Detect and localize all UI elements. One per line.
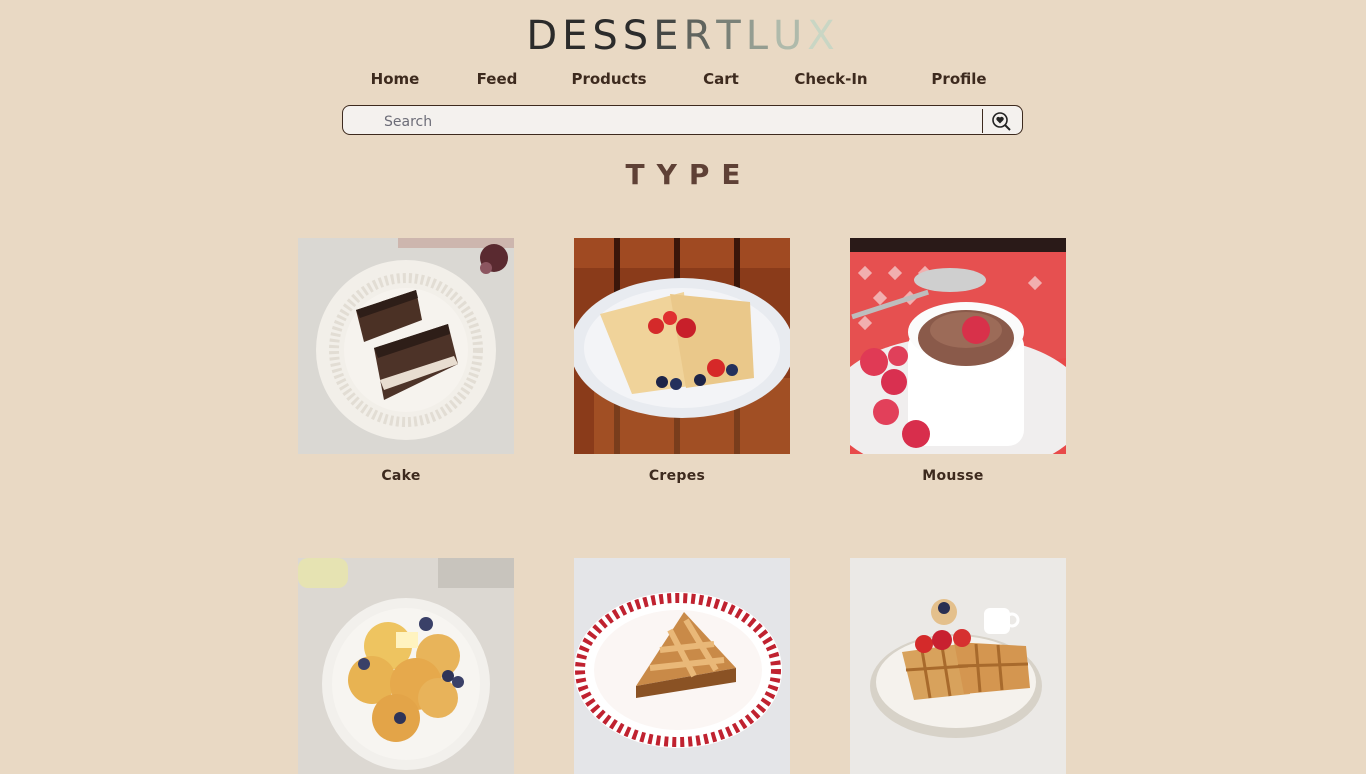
mousse-image[interactable] [850,238,1066,454]
nav-home[interactable]: Home [371,70,420,88]
nav-check-in[interactable]: Check-In [794,70,867,88]
nav-feed[interactable]: Feed [477,70,518,88]
logo-letter: S [622,13,654,59]
crepes-image[interactable] [574,238,790,454]
nav-profile[interactable]: Profile [931,70,986,88]
pie-image[interactable] [574,558,790,774]
logo-letter: T [716,13,746,59]
search-button[interactable] [988,109,1014,133]
category-card-waffles[interactable] [850,558,1066,774]
main-nav: Home Feed Products Cart Check-In Profile [0,70,1366,90]
pancakes-image[interactable] [298,558,514,774]
search-heart-icon [992,112,1011,131]
logo-letter: S [592,13,623,59]
category-label: Cake [381,468,421,484]
logo-letter: E [653,13,684,59]
category-card-mousse[interactable]: Mousse [850,238,1066,484]
cake-image[interactable] [298,238,514,454]
logo-letter: L [745,13,773,59]
nav-cart[interactable]: Cart [703,70,739,88]
search-bar [342,105,1023,135]
category-card-crepes[interactable]: Crepes [574,238,790,484]
logo-text: DESSERTLUX [526,14,839,58]
logo-letter: R [683,13,717,59]
logo-letter: U [773,13,808,59]
logo-letter: E [562,13,593,59]
waffles-image[interactable] [850,558,1066,774]
search-divider [982,109,983,133]
logo-letter: X [807,13,840,59]
nav-products[interactable]: Products [571,70,646,88]
category-card-pancakes[interactable] [298,558,514,774]
category-label: Mousse [922,468,984,484]
section-title: TYPE [625,158,753,191]
brand-logo[interactable]: DESSERTLUX [0,14,1366,58]
search-input[interactable] [382,110,976,134]
category-label: Crepes [648,468,706,484]
category-card-cake[interactable]: Cake [298,238,514,484]
category-card-pie[interactable] [574,558,790,774]
logo-letter: D [526,13,563,59]
